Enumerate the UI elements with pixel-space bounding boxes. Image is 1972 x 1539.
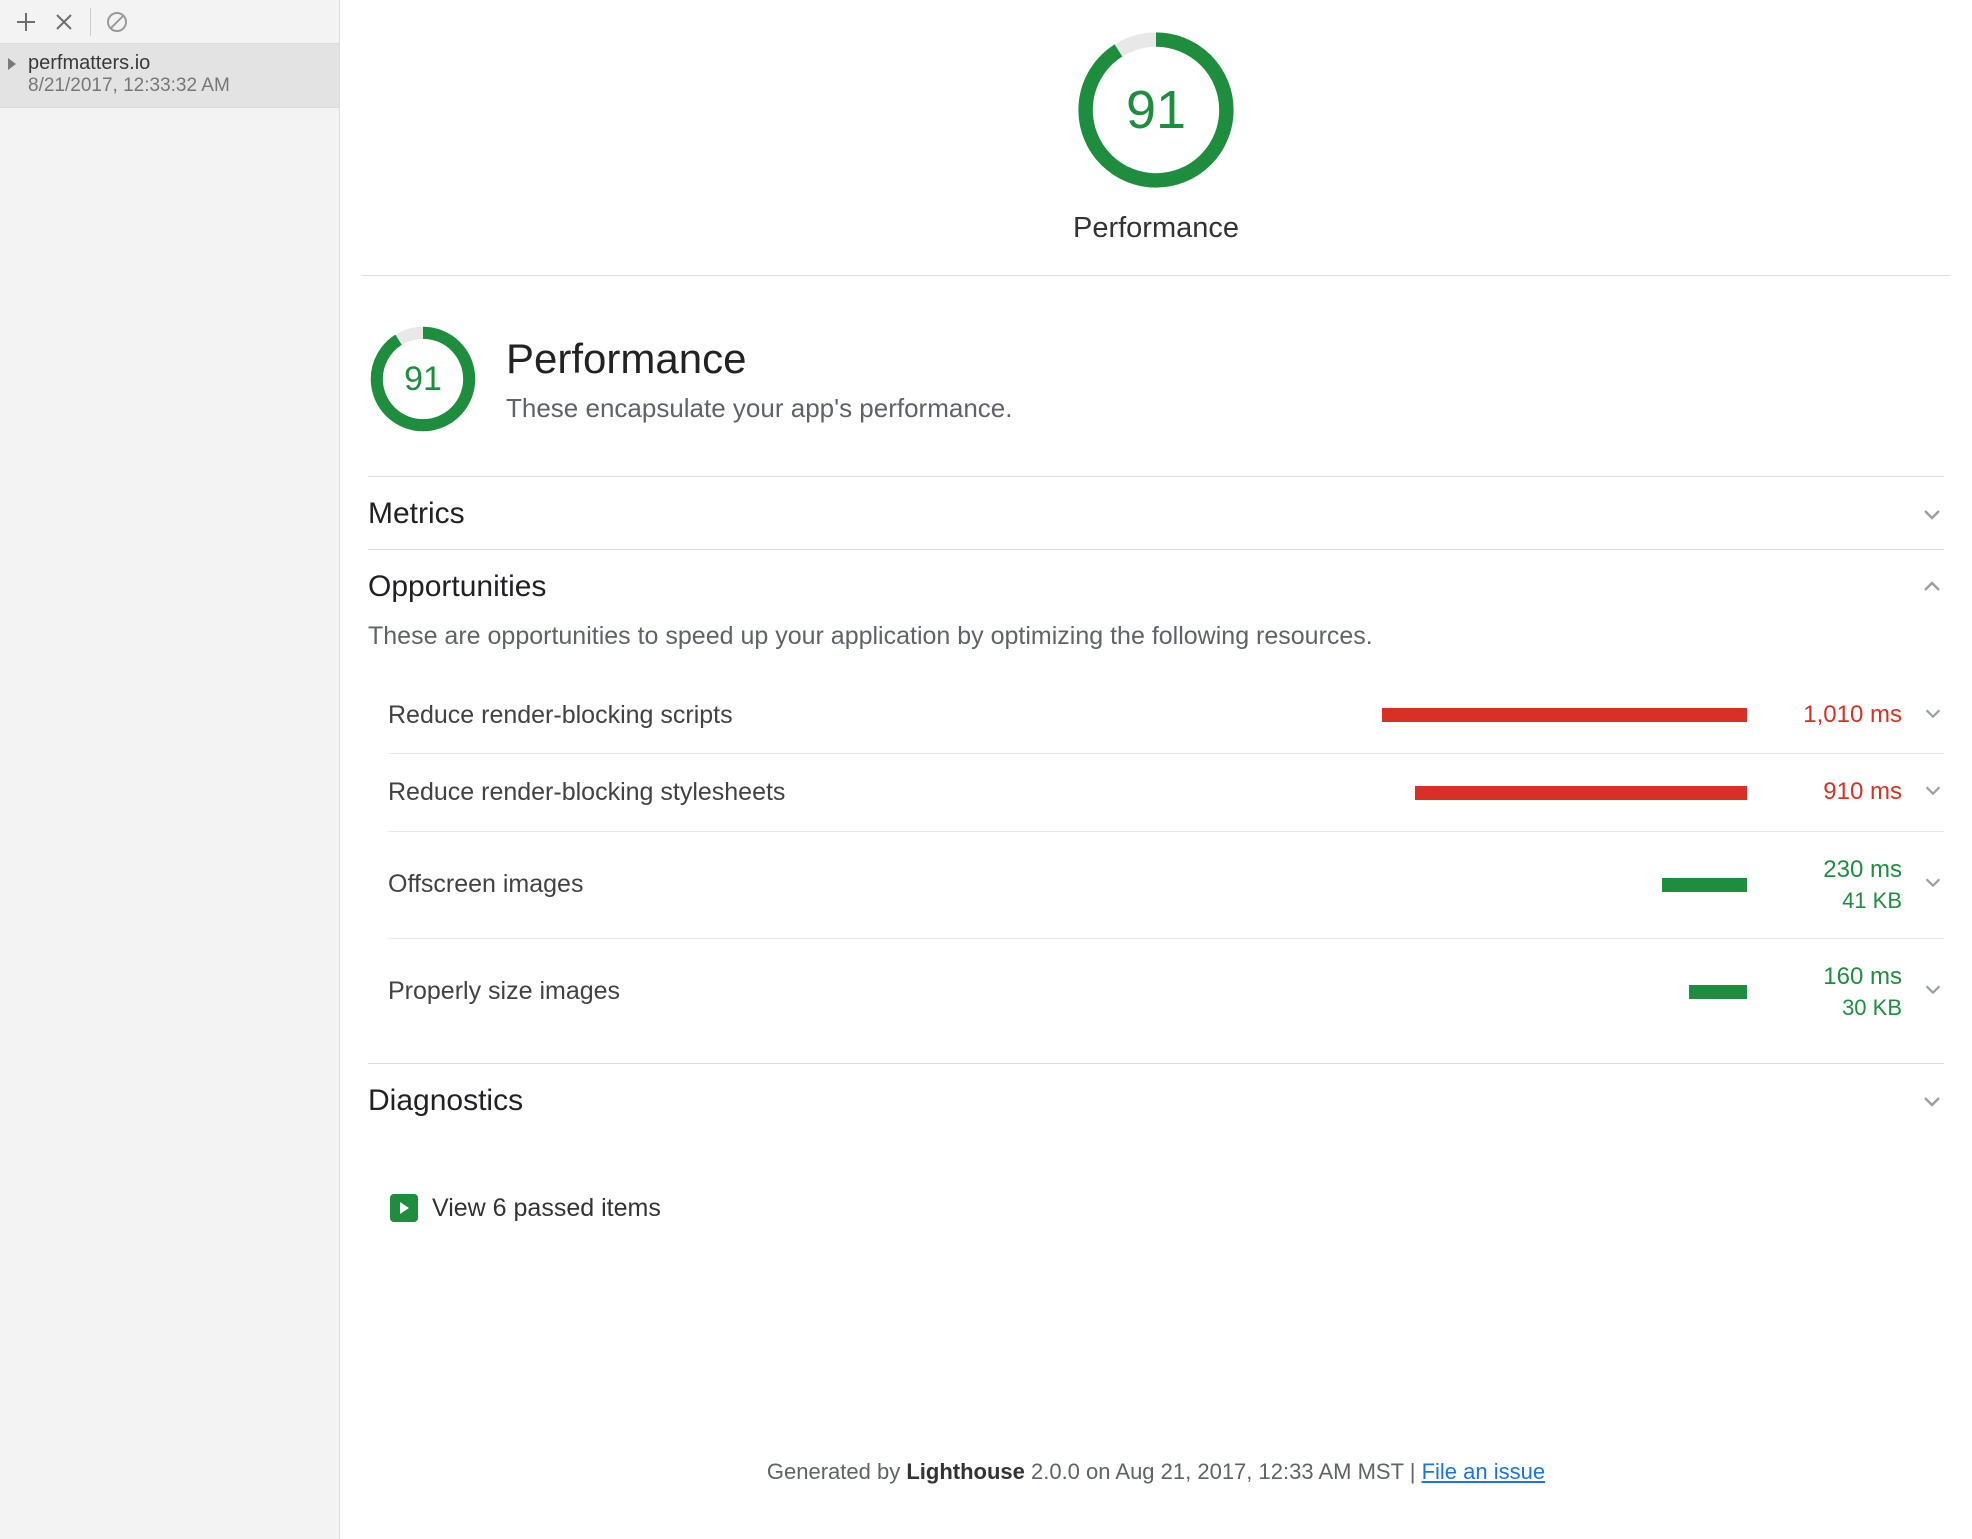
chevron-right-icon: [8, 58, 16, 70]
chevron-down-icon: [1920, 1089, 1944, 1113]
hero-score-value: 91: [1076, 30, 1236, 190]
sidebar-toolbar: [0, 0, 339, 44]
opportunity-bar-wrap: [1382, 708, 1747, 722]
diagnostics-toggle[interactable]: Diagnostics: [368, 1063, 1944, 1136]
opportunity-value: 230 ms 41 KB: [1767, 854, 1902, 916]
performance-gauge-large: 91: [1076, 30, 1236, 190]
report-datetime: 8/21/2017, 12:33:32 AM: [28, 75, 327, 97]
chevron-up-icon: [1920, 575, 1944, 599]
hero-score-label: Performance: [1073, 212, 1239, 245]
opportunities-list: Reduce render-blocking scripts 1,010 ms …: [368, 677, 1944, 1045]
main-content: 91 Performance 91 Performance These enca…: [340, 0, 1972, 1539]
passed-items-toggle[interactable]: View 6 passed items: [368, 1176, 661, 1247]
opportunity-bar: [1689, 985, 1747, 999]
opportunity-item[interactable]: Properly size images 160 ms 30 KB: [388, 938, 1944, 1045]
opportunity-bar-wrap: [1382, 786, 1747, 800]
opportunity-label: Offscreen images: [388, 870, 1362, 899]
passed-items-label: View 6 passed items: [432, 1194, 661, 1223]
opportunities-title: Opportunities: [368, 570, 546, 604]
performance-header: 91 Performance These encapsulate your ap…: [368, 306, 1944, 476]
metrics-toggle[interactable]: Metrics: [368, 476, 1944, 549]
opportunities-description: These are opportunities to speed up your…: [368, 622, 1944, 677]
diagnostics-title: Diagnostics: [368, 1084, 523, 1118]
footer-tool-name: Lighthouse: [906, 1459, 1025, 1484]
opportunity-bar: [1662, 878, 1747, 892]
new-report-button[interactable]: [8, 4, 44, 40]
opportunity-label: Properly size images: [388, 977, 1362, 1006]
chevron-down-icon: [1920, 502, 1944, 526]
play-icon: [390, 1194, 418, 1222]
performance-title: Performance: [506, 335, 1012, 383]
chevron-down-icon: [1922, 871, 1944, 898]
sidebar: perfmatters.io 8/21/2017, 12:33:32 AM: [0, 0, 340, 1539]
opportunity-label: Reduce render-blocking stylesheets: [388, 778, 1362, 807]
opportunity-item[interactable]: Offscreen images 230 ms 41 KB: [388, 831, 1944, 938]
performance-gauge-small: 91: [368, 324, 478, 434]
footer: Generated by Lighthouse 2.0.0 on Aug 21,…: [340, 1427, 1972, 1539]
clear-all-button[interactable]: [99, 4, 135, 40]
perf-score-value: 91: [368, 324, 478, 434]
opportunity-item[interactable]: Reduce render-blocking stylesheets 910 m…: [388, 753, 1944, 830]
opportunity-value: 1,010 ms: [1767, 699, 1902, 731]
performance-subtitle: These encapsulate your app's performance…: [506, 393, 1012, 424]
file-issue-link[interactable]: File an issue: [1422, 1459, 1546, 1484]
toolbar-separator: [90, 8, 91, 36]
opportunity-bar-wrap: [1382, 985, 1747, 999]
score-hero: 91 Performance: [340, 0, 1972, 275]
opportunity-value: 910 ms: [1767, 776, 1902, 808]
chevron-down-icon: [1922, 978, 1944, 1005]
opportunity-bar-wrap: [1382, 878, 1747, 892]
opportunity-label: Reduce render-blocking scripts: [388, 701, 1362, 730]
opportunities-toggle[interactable]: Opportunities: [368, 549, 1944, 622]
performance-section: 91 Performance These encapsulate your ap…: [340, 276, 1972, 1247]
metrics-title: Metrics: [368, 497, 465, 531]
close-button[interactable]: [46, 4, 82, 40]
chevron-down-icon: [1922, 779, 1944, 806]
opportunity-bar: [1382, 708, 1747, 722]
report-site: perfmatters.io: [28, 52, 327, 75]
opportunity-bar: [1415, 786, 1747, 800]
opportunity-value: 160 ms 30 KB: [1767, 961, 1902, 1023]
report-list-item[interactable]: perfmatters.io 8/21/2017, 12:33:32 AM: [0, 44, 339, 108]
opportunity-item[interactable]: Reduce render-blocking scripts 1,010 ms: [388, 677, 1944, 753]
chevron-down-icon: [1922, 702, 1944, 729]
